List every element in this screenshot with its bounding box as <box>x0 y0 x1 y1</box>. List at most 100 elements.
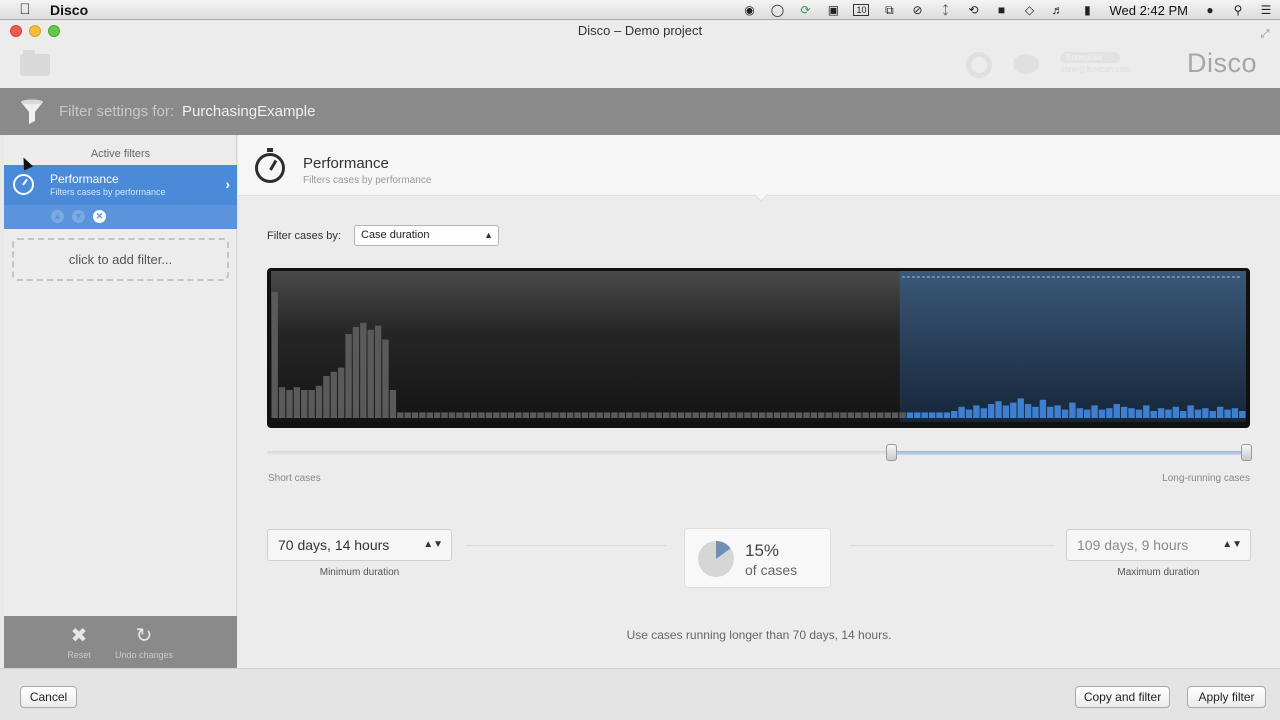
histogram-bar <box>537 412 544 418</box>
histogram-bar <box>589 412 596 418</box>
histogram-bar <box>1076 408 1083 418</box>
histogram-bar <box>360 322 367 418</box>
min-duration-label: Minimum duration <box>319 567 400 578</box>
histogram-bar <box>419 412 426 418</box>
histogram-bar <box>1017 398 1024 418</box>
filter-item-performance[interactable]: Performance Filters cases by performance… <box>4 165 237 205</box>
clipboard-icon[interactable]: ▣ <box>825 3 841 17</box>
histogram-bar <box>271 292 278 418</box>
battery-icon[interactable]: ▮ <box>1077 3 1097 17</box>
histogram-bar <box>714 412 722 418</box>
histogram-bar <box>626 412 633 418</box>
histogram-bar <box>980 408 987 418</box>
max-duration-field[interactable]: 109 days, 9 hours ▲▼ <box>1066 529 1251 561</box>
remove-filter-icon[interactable]: ✕ <box>93 210 106 223</box>
histogram-bar <box>352 327 360 418</box>
minimize-window-button[interactable] <box>29 25 41 37</box>
folder-icon[interactable] <box>20 50 50 76</box>
menu-clock[interactable]: Wed 2:42 PM <box>1109 3 1188 18</box>
apply-filter-button[interactable]: Apply filter <box>1187 686 1266 708</box>
disk-icon[interactable]: ◉ <box>741 3 757 17</box>
histogram-bar <box>278 387 286 418</box>
stepper-icon: ▲▼ <box>1222 539 1242 550</box>
histogram-bar <box>411 412 419 418</box>
cancel-button[interactable]: Cancel <box>20 686 77 708</box>
histogram-bar <box>692 412 699 418</box>
filter-item-subtitle: Filters cases by performance <box>50 187 166 197</box>
histogram-bar <box>1194 409 1202 418</box>
time-machine-icon[interactable]: ⟲ <box>965 3 981 17</box>
histogram-bar <box>404 412 411 418</box>
filters-sidebar: Active filters Performance Filters cases… <box>4 135 237 668</box>
histogram-bar <box>522 412 530 418</box>
histogram-bar <box>308 390 315 418</box>
shield-icon[interactable]: ◯ <box>769 3 785 17</box>
histogram-bar <box>722 412 729 418</box>
reset-button[interactable]: ✖ Reset <box>64 626 94 660</box>
move-down-icon[interactable]: ▼ <box>72 210 85 223</box>
min-duration-field[interactable]: 70 days, 14 hours ▲▼ <box>267 529 452 561</box>
lock-icon[interactable]: ■ <box>993 3 1009 17</box>
filter-summary: Use cases running longer than 70 days, 1… <box>626 628 892 642</box>
fullscreen-icon[interactable]: ⤢ <box>1258 23 1272 40</box>
case-percentage-label: of cases <box>745 562 798 578</box>
volume-icon[interactable]: ♬ <box>1049 3 1065 17</box>
histogram-bar <box>1231 408 1239 418</box>
histogram-bar <box>795 412 803 418</box>
sync-icon[interactable]: ⟳ <box>797 3 813 17</box>
duration-slider-selection <box>893 451 1247 455</box>
histogram-bar <box>337 367 345 418</box>
histogram-bar <box>618 412 626 418</box>
histogram-bar <box>1010 402 1017 418</box>
add-filter-button[interactable]: click to add filter... <box>12 238 229 281</box>
spotlight-icon[interactable]: ⚲ <box>1230 3 1246 17</box>
wifi-icon[interactable]: ◇ <box>1021 3 1037 17</box>
filter-by-value: Case duration <box>361 229 430 241</box>
histogram-bar <box>515 412 522 418</box>
stopwatch-icon <box>13 174 34 195</box>
window-icon[interactable]: ⧉ <box>881 3 897 17</box>
help-icon[interactable] <box>966 52 992 78</box>
close-window-button[interactable] <box>10 25 22 37</box>
user-icon[interactable]: ● <box>1202 3 1218 17</box>
histogram-chart <box>271 271 1246 422</box>
feedback-icon[interactable] <box>1013 54 1039 74</box>
app-menu[interactable]: Disco <box>50 2 88 18</box>
histogram-bar <box>810 412 818 418</box>
project-name: PurchasingExample <box>182 103 316 120</box>
max-duration-handle[interactable] <box>1241 444 1252 461</box>
histogram-bar <box>330 371 337 418</box>
move-up-icon[interactable]: ▲ <box>51 210 64 223</box>
undo-changes-button[interactable]: ↻ Undo changes <box>106 626 182 660</box>
histogram-bar <box>1135 409 1143 418</box>
histogram-bar <box>345 334 352 418</box>
filter-by-select[interactable]: Case duration ▲ <box>354 225 499 246</box>
filter-item-actions: ▲ ▼ ✕ <box>4 205 237 229</box>
min-duration-handle[interactable] <box>886 444 897 461</box>
copy-and-filter-button[interactable]: Copy and filter <box>1075 686 1170 708</box>
histogram-bar <box>493 412 500 418</box>
histogram-bar <box>507 412 515 418</box>
funnel-icon <box>20 99 44 125</box>
histogram-bar <box>1143 405 1150 418</box>
right-arrow-line <box>850 545 1055 546</box>
apple-icon[interactable]:  <box>18 1 32 18</box>
histogram-bar <box>1209 411 1216 418</box>
filter-settings-header: Filter settings for: PurchasingExample <box>0 88 1280 135</box>
calendar-icon[interactable]: 10 <box>853 4 870 16</box>
histogram-bar <box>1180 411 1187 418</box>
bluetooth-icon[interactable]: ᛨ <box>937 3 953 17</box>
duration-histogram[interactable] <box>267 268 1250 428</box>
histogram-bar <box>884 412 891 418</box>
histogram-bar <box>1120 406 1128 418</box>
histogram-bar <box>367 329 374 418</box>
user-account[interactable]: Enterprise anne@fluxicon.com <box>1060 52 1150 78</box>
list-icon[interactable]: ☰ <box>1258 3 1274 17</box>
histogram-bar <box>803 412 810 418</box>
minus-circle-icon[interactable]: ⊘ <box>909 3 925 17</box>
zoom-window-button[interactable] <box>48 25 60 37</box>
histogram-bar <box>744 412 751 418</box>
histogram-bar <box>685 412 692 418</box>
menu-bar:  Disco ◉ ◯ ⟳ ▣ 10 ⧉ ⊘ ᛨ ⟲ ■ ◇ ♬ ▮ Wed 2… <box>0 0 1280 20</box>
histogram-bar <box>736 412 744 418</box>
